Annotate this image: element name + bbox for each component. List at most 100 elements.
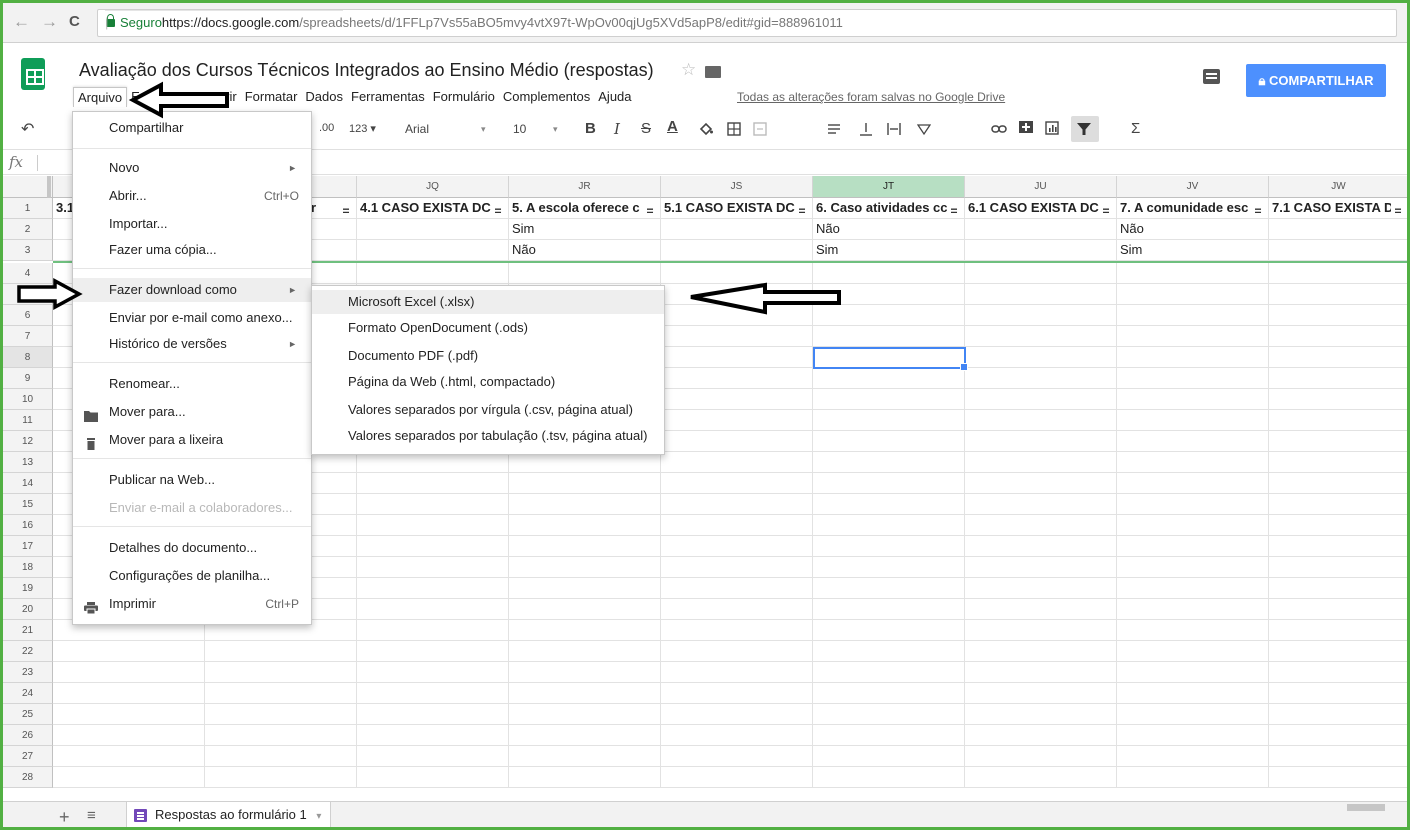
back-icon[interactable]: ← — [13, 12, 30, 32]
cell[interactable] — [965, 515, 1117, 536]
undo-icon[interactable]: ↶ — [21, 119, 34, 139]
column-header[interactable]: JR — [509, 176, 661, 198]
sheet-tab-arrow-icon[interactable]: ▾ — [316, 811, 321, 822]
column-filter-icon[interactable]: = — [795, 201, 809, 218]
insert-comment-icon[interactable] — [1019, 121, 1033, 139]
cell[interactable] — [205, 704, 357, 725]
cell[interactable] — [357, 536, 509, 557]
cell[interactable] — [965, 620, 1117, 641]
menu-item-email-attachment[interactable]: Enviar por e-mail como anexo... — [73, 306, 311, 330]
cell[interactable] — [205, 683, 357, 704]
cell[interactable] — [661, 536, 813, 557]
cell[interactable] — [965, 389, 1117, 410]
cell[interactable] — [1117, 536, 1269, 557]
header-cell[interactable]: 5.1 CASO EXISTA DC = — [661, 198, 813, 219]
cell[interactable] — [509, 767, 661, 788]
row-header[interactable]: 20 — [3, 599, 53, 620]
cell[interactable]: Não — [1117, 219, 1269, 240]
cell[interactable] — [1117, 662, 1269, 683]
cell[interactable] — [813, 767, 965, 788]
cell[interactable] — [357, 578, 509, 599]
cell[interactable] — [357, 515, 509, 536]
cell[interactable] — [965, 557, 1117, 578]
cell[interactable] — [1269, 725, 1407, 746]
size-dropdown-arrow-icon[interactable]: ▾ — [553, 124, 558, 135]
cell[interactable] — [965, 368, 1117, 389]
cell[interactable] — [661, 704, 813, 725]
all-sheets-button[interactable]: ≡ — [87, 807, 96, 824]
folder-icon[interactable] — [705, 66, 721, 78]
column-header[interactable]: JV — [1117, 176, 1269, 198]
cell[interactable] — [813, 746, 965, 767]
cell[interactable] — [1269, 599, 1407, 620]
menu-item-make-copy[interactable]: Fazer uma cópia... — [73, 238, 311, 262]
cell[interactable] — [1117, 473, 1269, 494]
cell[interactable] — [357, 704, 509, 725]
menu-item-spreadsheet-settings[interactable]: Configurações de planilha... — [73, 564, 311, 588]
cell[interactable] — [661, 240, 813, 261]
cell[interactable] — [1269, 347, 1407, 368]
cell[interactable] — [53, 641, 205, 662]
cell[interactable] — [1269, 641, 1407, 662]
menu-item-document-details[interactable]: Detalhes do documento... — [73, 536, 311, 560]
download-option-pdf[interactable]: Documento PDF (.pdf) — [312, 344, 664, 368]
cell[interactable] — [357, 746, 509, 767]
star-icon[interactable]: ☆ — [681, 60, 696, 80]
cell[interactable] — [661, 263, 813, 284]
text-wrap-icon[interactable] — [887, 122, 901, 139]
cell[interactable] — [813, 515, 965, 536]
cell[interactable] — [1269, 494, 1407, 515]
cell[interactable] — [357, 473, 509, 494]
row-header[interactable]: 26 — [3, 725, 53, 746]
cell[interactable] — [813, 725, 965, 746]
cell[interactable] — [509, 599, 661, 620]
menu-formatar[interactable]: Formatar — [241, 87, 302, 107]
cell[interactable] — [661, 662, 813, 683]
cell[interactable] — [1269, 704, 1407, 725]
italic-button[interactable]: I — [614, 120, 620, 138]
cell[interactable] — [1117, 389, 1269, 410]
cell[interactable] — [1269, 557, 1407, 578]
cell[interactable] — [509, 515, 661, 536]
cell[interactable] — [1269, 305, 1407, 326]
menu-ajuda[interactable]: Ajuda — [594, 87, 635, 107]
cell[interactable] — [1117, 326, 1269, 347]
cell[interactable] — [661, 683, 813, 704]
cell[interactable] — [661, 410, 813, 431]
cell[interactable] — [661, 389, 813, 410]
cell[interactable] — [1269, 431, 1407, 452]
strikethrough-button[interactable]: S — [641, 120, 651, 137]
cell[interactable] — [357, 767, 509, 788]
row-header[interactable]: 23 — [3, 662, 53, 683]
cell[interactable] — [661, 767, 813, 788]
cell[interactable] — [509, 557, 661, 578]
cell[interactable] — [965, 347, 1117, 368]
cell[interactable] — [1269, 263, 1407, 284]
download-option-ods[interactable]: Formato OpenDocument (.ods) — [312, 316, 664, 340]
header-cell[interactable]: 7. A comunidade esc = — [1117, 198, 1269, 219]
forward-icon[interactable]: → — [41, 12, 58, 32]
menu-item-import[interactable]: Importar... — [73, 212, 311, 236]
cell[interactable] — [1117, 641, 1269, 662]
cell[interactable] — [661, 578, 813, 599]
cell[interactable] — [53, 683, 205, 704]
font-dropdown-arrow-icon[interactable]: ▾ — [481, 124, 486, 135]
cell[interactable] — [965, 326, 1117, 347]
menu-ferramentas[interactable]: Ferramentas — [347, 87, 429, 107]
cell[interactable] — [813, 662, 965, 683]
cell[interactable] — [357, 240, 509, 261]
cell[interactable] — [357, 599, 509, 620]
cell[interactable] — [661, 452, 813, 473]
column-filter-icon[interactable]: = — [1391, 201, 1405, 218]
cell[interactable] — [813, 641, 965, 662]
cell[interactable] — [509, 662, 661, 683]
column-header[interactable]: JS — [661, 176, 813, 198]
cell[interactable] — [965, 284, 1117, 305]
download-option-html[interactable]: Página da Web (.html, compactado) — [312, 370, 664, 394]
cell[interactable] — [965, 746, 1117, 767]
row-header[interactable]: 9 — [3, 368, 53, 389]
cell[interactable] — [357, 683, 509, 704]
comments-icon[interactable] — [1203, 69, 1220, 84]
cell[interactable] — [205, 641, 357, 662]
cell[interactable] — [1269, 746, 1407, 767]
